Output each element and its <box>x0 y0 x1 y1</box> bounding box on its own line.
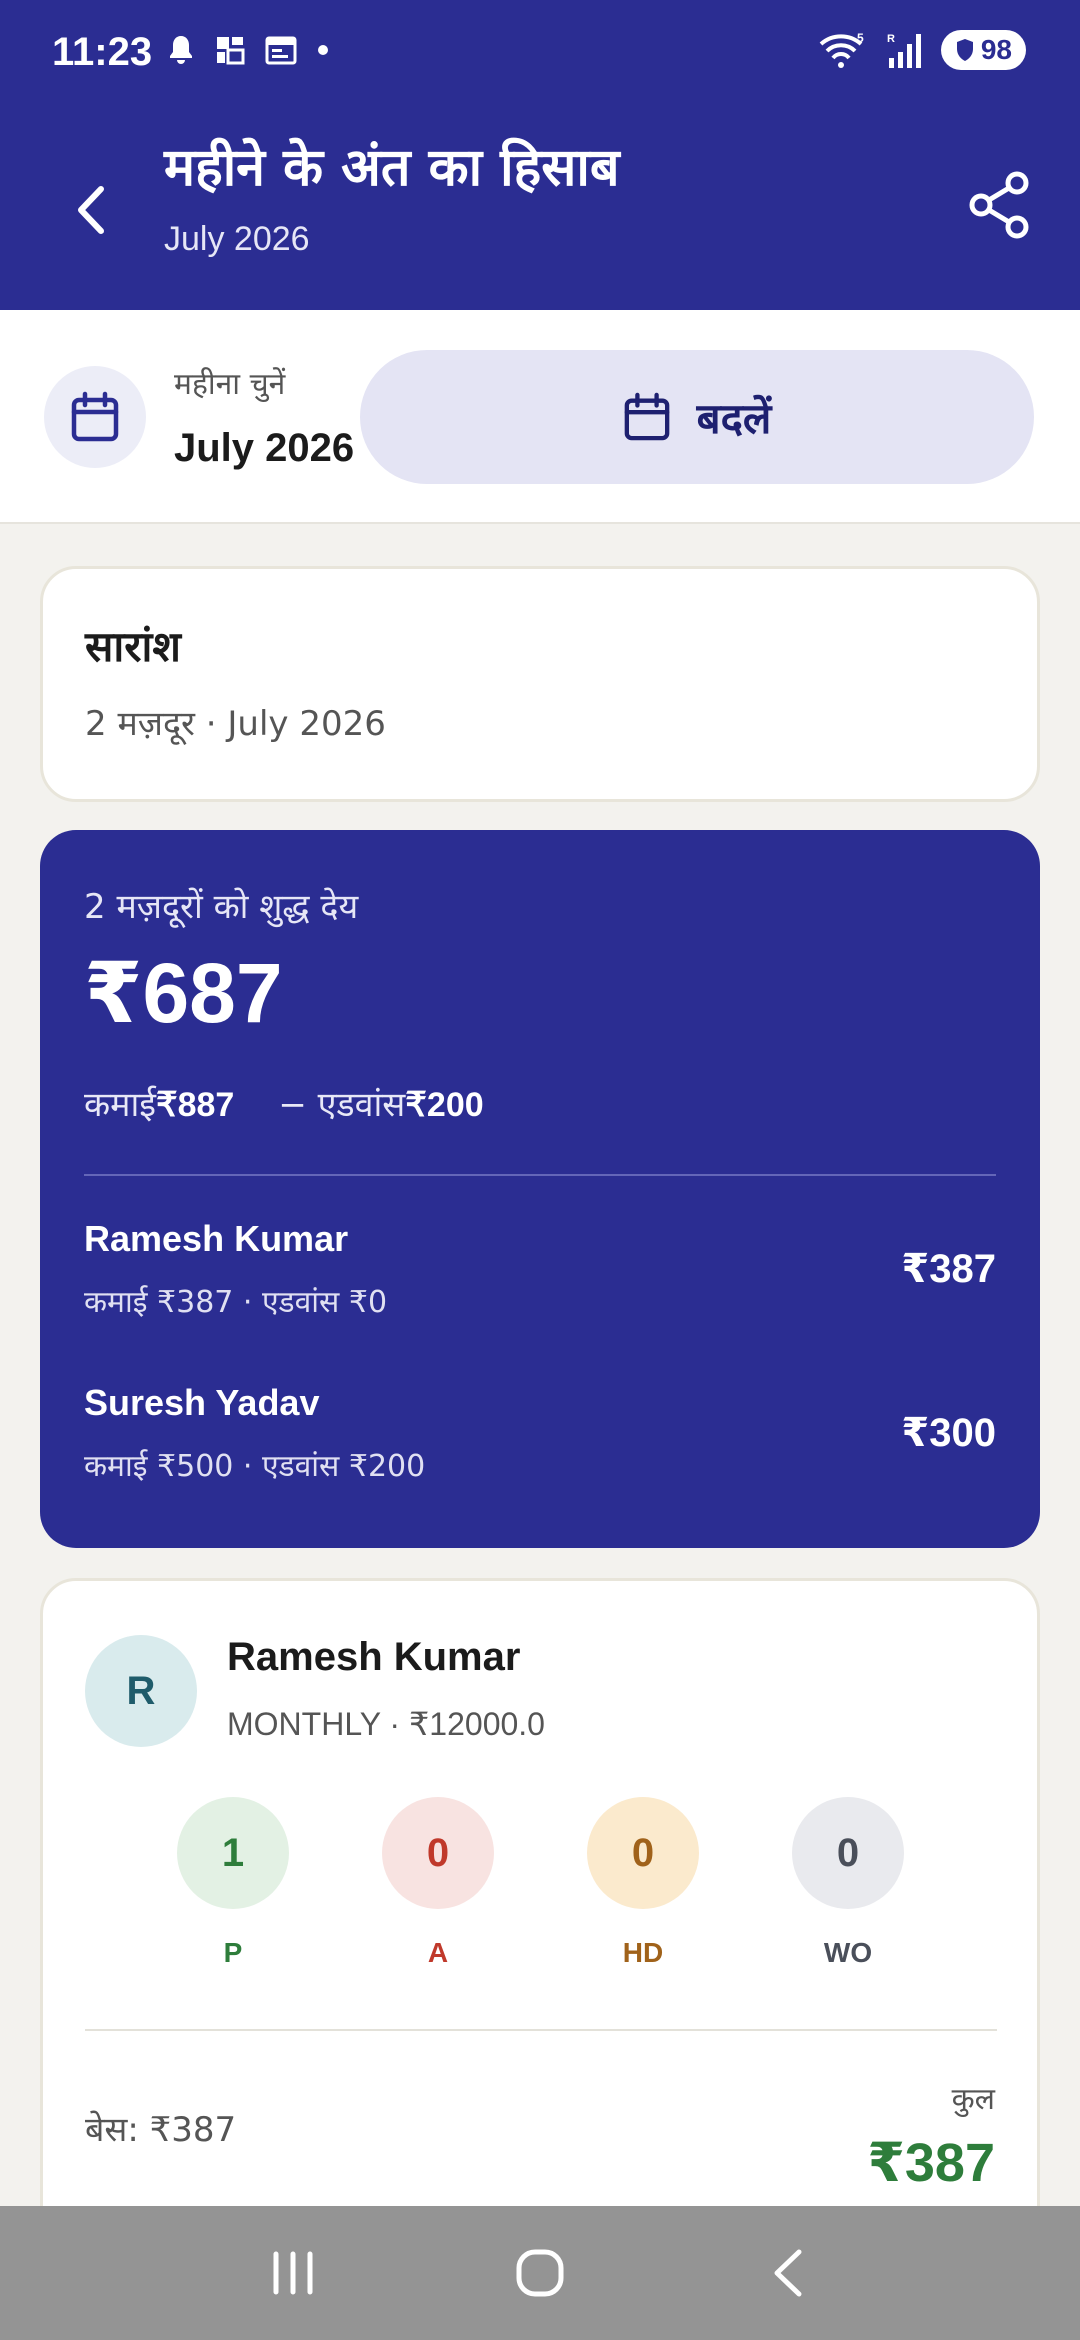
worker-detail: कमाई ₹387 · एडवांस ₹0 <box>84 1285 388 1320</box>
calendar-icon <box>71 391 119 442</box>
attendance-absent: 0 A <box>382 1797 494 1969</box>
attendance-week-off: 0 WO <box>792 1797 904 1969</box>
worker-net-row: Suresh Yadav कमाई ₹500 · एडवांस ₹200 ₹30… <box>84 1382 996 1502</box>
status-bar: 11:23 5 R 98 <box>0 0 1080 110</box>
status-time: 11:23 <box>52 30 153 74</box>
system-back-button[interactable] <box>747 2233 827 2313</box>
month-calendar-badge <box>44 366 146 468</box>
summary-subtitle: 2 मज़दूर · July 2026 <box>85 704 386 744</box>
change-month-button[interactable]: बदलें <box>360 350 1034 484</box>
advance-summary: − एडवांस₹200 <box>278 1080 483 1126</box>
month-label: महीना चुनें <box>174 367 286 402</box>
earnings-value: ₹887 <box>155 1086 235 1124</box>
share-icon <box>969 171 1029 239</box>
calendar-icon <box>624 392 669 441</box>
attendance-label: WO <box>823 1937 873 1968</box>
summary-title: सारांश <box>85 622 181 671</box>
advance-value: ₹200 <box>405 1086 484 1124</box>
page-subtitle: July 2026 <box>164 220 310 258</box>
month-selector: महीना चुनें July 2026 बदलें <box>0 310 1080 524</box>
advance-label: − एडवांस <box>278 1085 406 1125</box>
shield-icon <box>956 39 973 61</box>
svg-text:R: R <box>887 33 895 45</box>
battery-icon: 98 <box>940 30 1026 70</box>
base-pay: बेस: ₹387 <box>85 2110 237 2150</box>
back-button[interactable] <box>60 170 120 250</box>
net-breakdown: कमाई₹887 − एडवांस₹200 <box>84 1080 484 1126</box>
bell-icon <box>170 36 192 64</box>
status-icons-right: 5 R 98 <box>817 30 1026 70</box>
worker-detail: कमाई ₹500 · एडवांस ₹200 <box>84 1449 426 1484</box>
worker-card-name: Ramesh Kumar <box>227 1635 521 1679</box>
selected-month: July 2026 <box>174 426 355 470</box>
attendance-label: A <box>427 1937 449 1968</box>
svg-text:5: 5 <box>857 31 864 45</box>
attendance-count: 1 <box>177 1797 289 1909</box>
page-title: महीने के अंत का हिसाब <box>164 138 620 198</box>
share-button[interactable] <box>954 160 1044 250</box>
system-nav-bar <box>0 2206 1080 2340</box>
dot-icon <box>318 45 328 55</box>
home-icon <box>516 2249 564 2297</box>
worker-card-plan: MONTHLY · ₹12000.0 <box>227 1706 545 1742</box>
change-month-label: बदलें <box>696 393 772 443</box>
net-payable-amount: ₹687 <box>84 946 283 1040</box>
attendance-count: 0 <box>792 1797 904 1909</box>
summary-card: सारांश 2 मज़दूर · July 2026 <box>40 566 1040 802</box>
worker-name: Suresh Yadav <box>84 1382 320 1423</box>
attendance-label: P <box>223 1937 243 1968</box>
home-button[interactable] <box>500 2233 580 2313</box>
calendar-icon <box>265 36 297 65</box>
wifi-icon: 5 <box>819 31 864 68</box>
signal-icon: R <box>887 33 921 68</box>
sim-icon <box>217 37 245 65</box>
worker-net-amount: ₹387 <box>901 1247 996 1291</box>
recent-apps-icon <box>273 2251 313 2295</box>
net-payable-card: 2 मज़दूरों को शुद्ध देय ₹687 कमाई₹887 − … <box>40 830 1040 1548</box>
avatar: R <box>85 1635 197 1747</box>
divider <box>84 1174 996 1176</box>
attendance-count: 0 <box>382 1797 494 1909</box>
recent-apps-button[interactable] <box>253 2233 333 2313</box>
back-icon <box>774 2249 802 2297</box>
attendance-count: 0 <box>587 1797 699 1909</box>
earnings-summary: कमाई₹887 <box>84 1080 234 1126</box>
net-payable-label: 2 मज़दूरों को शुद्ध देय <box>84 887 359 927</box>
worker-net-amount: ₹300 <box>901 1411 996 1455</box>
worker-name: Ramesh Kumar <box>84 1218 349 1259</box>
total-amount: ₹387 <box>867 2133 995 2193</box>
attendance-half-day: 0 HD <box>587 1797 699 1969</box>
divider <box>85 2029 997 2031</box>
attendance-label: HD <box>622 1937 664 1968</box>
worker-net-row: Ramesh Kumar कमाई ₹387 · एडवांस ₹0 ₹387 <box>84 1218 996 1338</box>
total-label: कुल <box>951 2082 995 2117</box>
battery-level: 98 <box>980 34 1012 65</box>
app-bar: महीने के अंत का हिसाब July 2026 <box>0 110 1080 310</box>
attendance-present: 1 P <box>177 1797 289 1969</box>
earnings-label: कमाई <box>84 1085 156 1125</box>
status-icons-left <box>166 34 330 66</box>
back-arrow-icon <box>78 186 104 234</box>
